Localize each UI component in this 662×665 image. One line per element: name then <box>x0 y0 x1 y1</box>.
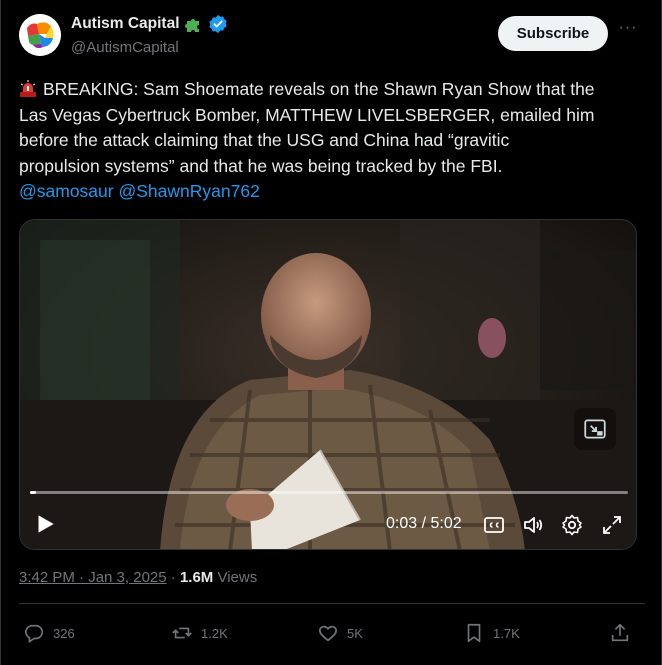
tweet-line-1: BREAKING: Sam Shoemate reveals on the Sh… <box>19 77 649 103</box>
video-time: 0:03 / 5:02 <box>386 515 462 532</box>
captions-icon[interactable] <box>482 513 506 537</box>
reply-button[interactable]: 326 <box>23 622 75 644</box>
account-handle[interactable]: @AutismCapital <box>71 39 179 56</box>
video-frame-image <box>20 220 636 549</box>
video-progress-fill <box>30 491 36 494</box>
play-icon[interactable] <box>32 511 58 537</box>
reply-count: 326 <box>53 625 75 641</box>
tweet-text: BREAKING: Sam Shoemate reveals on the Sh… <box>19 77 649 205</box>
reply-icon <box>25 624 44 643</box>
bookmark-icon <box>467 623 481 643</box>
volume-icon[interactable] <box>521 513 545 537</box>
video-progress-bar[interactable] <box>30 491 628 494</box>
mention-shawnryan762[interactable]: @ShawnRyan762 <box>118 181 259 201</box>
fullscreen-icon[interactable] <box>600 513 624 537</box>
video-player[interactable]: 0:03 / 5:02 <box>19 219 637 550</box>
tweet-text-line-4: propulsion systems” and that he was bein… <box>19 155 503 176</box>
share-button[interactable] <box>609 622 631 644</box>
meta-separator: · <box>170 569 176 586</box>
share-icon <box>611 623 629 642</box>
tweet-mentions: @samosaur @ShawnRyan762 <box>19 179 649 205</box>
repost-icon <box>172 627 192 639</box>
bookmark-button[interactable]: 1.7K <box>463 622 520 644</box>
pip-glyph <box>584 419 606 439</box>
tweet-timestamp[interactable]: 3:42 PM · Jan 3, 2025 <box>19 569 167 586</box>
like-button[interactable]: 5K <box>317 622 363 644</box>
rainbow-puzzle-avatar-icon <box>19 14 61 56</box>
tweet-text-line-1: BREAKING: Sam Shoemate reveals on the Sh… <box>43 79 595 99</box>
avatar[interactable] <box>19 14 61 56</box>
picture-in-picture-icon[interactable] <box>574 408 616 450</box>
account-name[interactable]: Autism Capital <box>71 15 180 33</box>
puzzle-piece-icon <box>184 19 199 32</box>
views-label: Views <box>217 569 258 586</box>
divider <box>19 603 645 604</box>
settings-icon[interactable] <box>560 513 584 537</box>
tweet-text-line-3: before the attack claiming that the USG … <box>19 130 510 150</box>
siren-icon <box>20 80 36 97</box>
repost-button[interactable]: 1.2K <box>171 622 228 644</box>
bookmark-count: 1.7K <box>493 625 520 641</box>
views-count: 1.6M <box>179 569 214 586</box>
tweet-meta: 3:42 PM · Jan 3, 2025 · 1.6M Views <box>19 569 257 586</box>
like-count: 5K <box>347 625 363 641</box>
subscribe-button[interactable]: Subscribe <box>498 16 608 51</box>
account-name-row: Autism Capital <box>71 14 228 34</box>
mention-samosaur[interactable]: @samosaur <box>19 181 114 201</box>
repost-count: 1.2K <box>201 625 228 641</box>
tweet-text-line-2: Las Vegas Cybertruck Bomber, MATTHEW LIV… <box>19 104 595 125</box>
verified-badge-icon <box>208 14 227 34</box>
tweet-card: Autism Capital @AutismCapital Subscribe … <box>0 0 662 665</box>
more-options-icon[interactable]: ··· <box>617 20 639 42</box>
heart-icon <box>318 625 338 642</box>
